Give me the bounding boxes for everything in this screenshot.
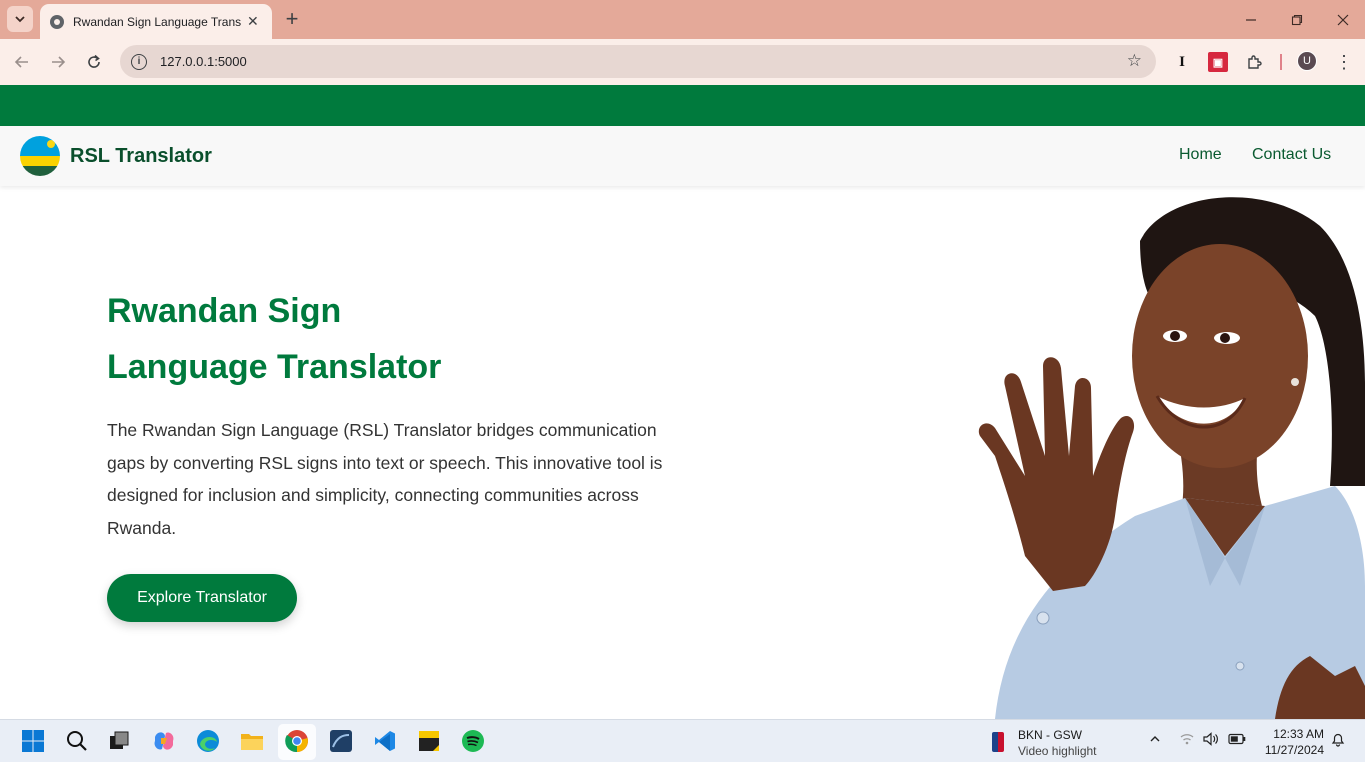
browser-tab-strip: Rwandan Sign Language Translator ✕ + xyxy=(0,0,1365,39)
close-icon xyxy=(1337,14,1349,25)
news-subtitle: Video highlight xyxy=(1018,744,1097,758)
nba-logo-icon xyxy=(992,732,1004,752)
puzzle-icon xyxy=(1247,54,1262,69)
restore-button[interactable] xyxy=(1274,0,1320,39)
windows-taskbar: BKN - GSW Video highlight 12:33 AM 11/27… xyxy=(0,719,1365,762)
extension-mendeley-icon[interactable]: ▣ xyxy=(1208,52,1228,72)
minimize-button[interactable] xyxy=(1228,0,1274,39)
windows-start-icon[interactable] xyxy=(20,728,46,754)
site-info-icon[interactable]: i xyxy=(131,53,147,70)
file-explorer-icon[interactable] xyxy=(239,728,265,754)
restore-icon xyxy=(1291,14,1303,25)
wifi-icon[interactable] xyxy=(1180,732,1194,749)
toolbar-divider xyxy=(1280,54,1282,70)
volume-icon[interactable] xyxy=(1203,732,1219,749)
show-hidden-icons-chevron-icon[interactable] xyxy=(1149,732,1161,748)
profile-avatar[interactable]: U xyxy=(1297,51,1317,71)
browser-toolbar: i 127.0.0.1:5000 ☆ I ▣ ⋮ xyxy=(0,39,1365,85)
chevron-down-icon xyxy=(15,16,25,23)
extensions-puzzle-icon[interactable] xyxy=(1244,52,1264,72)
hero-title-line1: Rwandan Sign xyxy=(107,292,342,330)
clock-date: 11/27/2024 xyxy=(1264,743,1324,757)
vscode-icon[interactable] xyxy=(372,728,398,754)
copilot-icon[interactable] xyxy=(151,728,177,754)
edge-icon[interactable] xyxy=(195,728,221,754)
search-icon[interactable] xyxy=(64,728,90,754)
clock-time: 12:33 AM xyxy=(1273,727,1324,741)
chrome-icon[interactable] xyxy=(284,728,310,754)
bookmark-star-icon[interactable]: ☆ xyxy=(1127,51,1142,71)
address-bar[interactable]: i 127.0.0.1:5000 ☆ xyxy=(120,45,1156,78)
active-tab[interactable]: Rwandan Sign Language Translator ✕ xyxy=(40,4,272,39)
arrow-left-icon xyxy=(14,56,28,68)
close-tab-icon[interactable]: ✕ xyxy=(247,13,259,30)
nav-home-link[interactable]: Home xyxy=(1179,146,1222,164)
hero-title-line2: Language Translator xyxy=(107,348,442,386)
explore-translator-button[interactable]: Explore Translator xyxy=(107,574,297,622)
system-clock[interactable]: 12:33 AM 11/27/2024 xyxy=(1258,726,1324,758)
close-window-button[interactable] xyxy=(1320,0,1365,39)
new-tab-button[interactable]: + xyxy=(281,6,303,32)
arrow-right-icon xyxy=(52,56,66,68)
top-accent-bar xyxy=(0,85,1365,126)
tab-search-button[interactable] xyxy=(7,6,33,32)
reload-button[interactable] xyxy=(82,50,106,74)
notification-bell-icon[interactable] xyxy=(1331,732,1345,750)
mysql-workbench-icon[interactable] xyxy=(328,728,354,754)
reload-icon xyxy=(88,54,100,68)
minimize-icon xyxy=(1246,18,1256,21)
news-widget[interactable]: BKN - GSW Video highlight xyxy=(990,726,1140,758)
hero-title: Rwandan Sign Language Translator xyxy=(107,283,607,395)
rwanda-flag-logo[interactable] xyxy=(20,136,60,176)
news-title: BKN - GSW xyxy=(1018,728,1083,742)
spotify-icon[interactable] xyxy=(460,728,486,754)
task-view-icon[interactable] xyxy=(106,728,132,754)
extension-i-icon[interactable]: I xyxy=(1172,52,1192,72)
hero-woman-signing-image xyxy=(935,186,1365,719)
battery-icon[interactable] xyxy=(1228,732,1246,748)
site-navbar: RSL Translator Home Contact Us xyxy=(0,126,1365,186)
browser-menu-icon[interactable]: ⋮ xyxy=(1334,52,1354,73)
url-text[interactable]: 127.0.0.1:5000 xyxy=(160,54,247,69)
tab-title: Rwandan Sign Language Translator xyxy=(73,14,241,29)
brand-name[interactable]: RSL Translator xyxy=(70,145,212,168)
nav-contact-link[interactable]: Contact Us xyxy=(1252,146,1331,164)
globe-icon xyxy=(50,14,64,29)
hero-description: The Rwandan Sign Language (RSL) Translat… xyxy=(107,420,663,538)
sticky-notes-icon[interactable] xyxy=(416,728,442,754)
forward-button[interactable] xyxy=(46,50,70,74)
back-button[interactable] xyxy=(10,50,34,74)
